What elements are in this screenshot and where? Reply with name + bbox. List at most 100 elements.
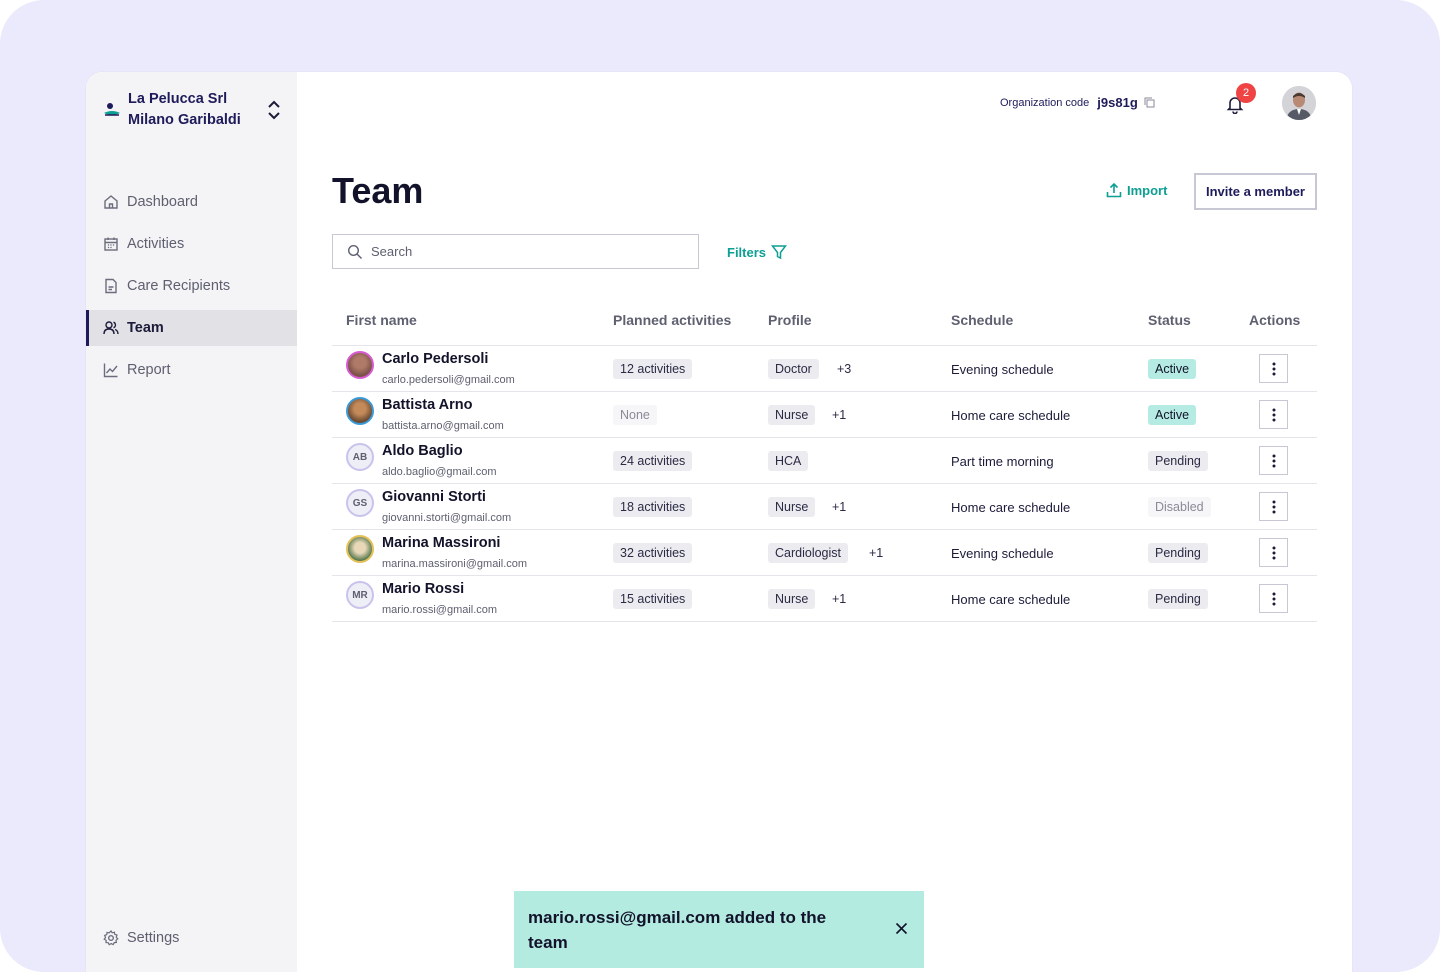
table-row[interactable]: Marina Massironi marina.massironi@gmail.… xyxy=(332,530,1317,576)
member-avatar: MR xyxy=(346,581,374,609)
activities-chip: 15 activities xyxy=(613,589,693,609)
toast-message: mario.rossi@gmail.com added to the team xyxy=(528,908,827,952)
sidebar-nav: Dashboard Activities Care Recipients Tea… xyxy=(86,184,297,394)
sidebar-item-label: Dashboard xyxy=(127,194,198,210)
status-badge: Active xyxy=(1148,405,1197,425)
sidebar-item-care-recipients[interactable]: Care Recipients xyxy=(86,268,297,304)
row-actions-button[interactable] xyxy=(1259,584,1288,613)
schedule-text: Home care schedule xyxy=(951,500,1071,515)
invite-member-button[interactable]: Invite a member xyxy=(1194,173,1317,210)
filters-button[interactable]: Filters xyxy=(727,244,788,260)
sidebar-item-label: Activities xyxy=(127,236,185,252)
chevron-up-down-icon[interactable] xyxy=(266,98,282,122)
sidebar-item-label: Team xyxy=(127,320,164,336)
org-location: Milano Garibaldi xyxy=(128,112,241,128)
row-actions-button[interactable] xyxy=(1259,400,1288,429)
sidebar-item-report[interactable]: Report xyxy=(86,352,297,388)
activities-chip: 24 activities xyxy=(613,451,693,471)
settings-label: Settings xyxy=(127,930,180,946)
schedule-text: Evening schedule xyxy=(951,546,1054,561)
search-input[interactable] xyxy=(371,244,671,259)
sidebar-item-label: Care Recipients xyxy=(127,278,231,294)
sidebar-item-dashboard[interactable]: Dashboard xyxy=(86,184,297,220)
user-avatar[interactable] xyxy=(1282,86,1316,120)
org-switcher[interactable]: La Pelucca Srl Milano Garibaldi xyxy=(102,88,282,132)
sidebar-item-team[interactable]: Team xyxy=(86,310,297,346)
profile-chip: Doctor xyxy=(768,359,819,379)
toast-notification: mario.rossi@gmail.com added to the team xyxy=(514,891,924,968)
row-actions-button[interactable] xyxy=(1259,538,1288,567)
avatar-photo xyxy=(1282,86,1316,120)
upload-icon xyxy=(1106,182,1122,198)
table-row[interactable]: MR Mario Rossi mario.rossi@gmail.com 15 … xyxy=(332,576,1317,622)
column-profile[interactable]: Profile xyxy=(768,312,812,328)
calendar-icon xyxy=(104,237,118,251)
row-actions-button[interactable] xyxy=(1259,492,1288,521)
profile-extra-count[interactable]: +1 xyxy=(869,546,883,560)
member-name[interactable]: Carlo Pedersoli xyxy=(382,351,488,367)
member-email: giovanni.storti@gmail.com xyxy=(382,512,512,524)
member-name[interactable]: Marina Massironi xyxy=(382,535,500,551)
profile-chip: Nurse xyxy=(768,497,816,517)
kebab-menu-icon xyxy=(1272,454,1275,467)
status-badge: Pending xyxy=(1148,589,1208,609)
copy-icon[interactable] xyxy=(1144,97,1155,108)
activities-chip: 18 activities xyxy=(613,497,693,517)
import-label: Import xyxy=(1127,182,1168,198)
column-planned-activities[interactable]: Planned activities xyxy=(613,312,731,328)
member-name[interactable]: Aldo Baglio xyxy=(382,443,463,459)
column-schedule[interactable]: Schedule xyxy=(951,312,1013,328)
profile-chip: Nurse xyxy=(768,589,816,609)
profile-extra-count[interactable]: +1 xyxy=(832,592,846,606)
org-logo-icon xyxy=(104,103,120,116)
table-row[interactable]: AB Aldo Baglio aldo.baglio@gmail.com 24 … xyxy=(332,438,1317,484)
schedule-text: Home care schedule xyxy=(951,408,1071,423)
member-email: carlo.pedersoli@gmail.com xyxy=(382,374,515,386)
notification-badge: 2 xyxy=(1236,83,1256,103)
member-email: marina.massironi@gmail.com xyxy=(382,558,528,570)
column-first-name[interactable]: First name xyxy=(346,312,417,328)
users-icon xyxy=(103,321,119,335)
table-row[interactable]: GS Giovanni Storti giovanni.storti@gmail… xyxy=(332,484,1317,530)
sidebar: La Pelucca Srl Milano Garibaldi Dashboar… xyxy=(86,72,297,972)
row-actions-button[interactable] xyxy=(1259,446,1288,475)
member-name[interactable]: Giovanni Storti xyxy=(382,489,486,505)
column-actions: Actions xyxy=(1249,312,1301,328)
kebab-menu-icon xyxy=(1272,592,1275,605)
status-badge: Pending xyxy=(1148,451,1208,471)
member-avatar xyxy=(346,351,374,379)
sidebar-item-activities[interactable]: Activities xyxy=(86,226,297,262)
status-badge: Active xyxy=(1148,359,1197,379)
chart-line-icon xyxy=(103,363,118,378)
close-icon[interactable] xyxy=(895,922,908,935)
kebab-menu-icon xyxy=(1272,362,1275,375)
column-status[interactable]: Status xyxy=(1148,312,1191,328)
org-code-label: Organization code xyxy=(1000,96,1090,109)
table-row[interactable]: Battista Arno battista.arno@gmail.com No… xyxy=(332,392,1317,438)
gear-icon xyxy=(103,930,119,946)
profile-extra-count[interactable]: +1 xyxy=(832,408,846,422)
import-button[interactable]: Import xyxy=(1106,182,1167,198)
kebab-menu-icon xyxy=(1272,546,1275,559)
profile-chip: Nurse xyxy=(768,405,816,425)
row-actions-button[interactable] xyxy=(1259,354,1288,383)
home-icon xyxy=(104,195,118,209)
member-name[interactable]: Battista Arno xyxy=(382,397,473,413)
search-icon xyxy=(347,244,362,259)
sidebar-item-settings[interactable]: Settings xyxy=(103,930,179,946)
sidebar-item-label: Report xyxy=(127,362,171,378)
status-badge: Pending xyxy=(1148,543,1208,563)
member-email: mario.rossi@gmail.com xyxy=(382,604,498,616)
member-avatar xyxy=(346,397,374,425)
kebab-menu-icon xyxy=(1272,500,1275,513)
member-email: aldo.baglio@gmail.com xyxy=(382,466,497,478)
profile-extra-count[interactable]: +3 xyxy=(837,362,851,376)
search-field[interactable] xyxy=(332,234,699,269)
org-code-value: j9s81g xyxy=(1097,95,1138,110)
profile-extra-count[interactable]: +1 xyxy=(832,500,846,514)
activities-chip: None xyxy=(613,405,657,425)
member-name[interactable]: Mario Rossi xyxy=(382,581,464,597)
member-avatar: AB xyxy=(346,443,374,471)
table-row[interactable]: Carlo Pedersoli carlo.pedersoli@gmail.co… xyxy=(332,346,1317,392)
org-code: Organization code j9s81g xyxy=(1000,95,1155,110)
